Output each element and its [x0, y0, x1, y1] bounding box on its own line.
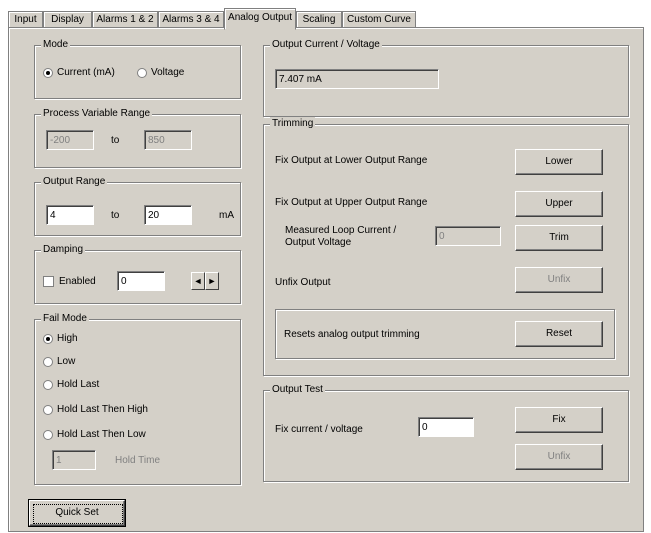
tab-panel: Mode Current (mA) Voltage Process Variab…: [8, 27, 644, 532]
reset-trim-button[interactable]: Reset: [515, 321, 603, 347]
pv-range-low-field: -200: [46, 130, 94, 150]
output-range-unit: mA: [219, 210, 234, 221]
quick-set-focus-rect: [33, 504, 123, 524]
output-range-high-input[interactable]: 20: [144, 205, 192, 225]
mode-voltage-label: Voltage: [151, 67, 185, 78]
output-range-low-input[interactable]: 4: [46, 205, 94, 225]
trimming-group: Trimming Fix Output at Lower Output Rang…: [263, 117, 629, 376]
mode-current-label: Current (mA): [57, 67, 115, 78]
fail-mode-hold-last-low-radio[interactable]: [43, 430, 53, 440]
tab-custom-curve[interactable]: Custom Curve: [342, 11, 416, 28]
tab-input[interactable]: Input: [8, 11, 43, 28]
fail-mode-hold-last-high-label: Hold Last Then High: [57, 404, 148, 415]
measured-loop-field: 0: [435, 226, 501, 246]
pv-range-title: Process Variable Range: [41, 107, 153, 121]
output-test-title: Output Test: [270, 383, 325, 397]
trimming-title: Trimming: [270, 117, 316, 131]
mode-group: Mode Current (mA) Voltage: [34, 38, 241, 99]
tab-analog-output[interactable]: Analog Output: [224, 8, 296, 30]
fail-mode-low-label: Low: [57, 356, 76, 367]
mode-voltage-radio[interactable]: [137, 68, 147, 78]
trim-unfix-button[interactable]: Unfix: [515, 267, 603, 293]
trim-lower-label: Fix Output at Lower Output Range: [275, 155, 428, 166]
hold-time-label: Hold Time: [115, 455, 161, 466]
fail-mode-low-radio[interactable]: [43, 357, 53, 367]
tab-alarms-1-2[interactable]: Alarms 1 & 2: [92, 11, 158, 28]
reset-subgroup: Resets analog output trimming Reset: [275, 309, 615, 359]
hold-time-field: 1: [52, 450, 96, 470]
unfix-output-label: Unfix Output: [275, 277, 331, 288]
pv-range-group: Process Variable Range -200 to 850: [34, 107, 241, 168]
output-range-title: Output Range: [41, 175, 108, 189]
damping-value-input[interactable]: 0: [117, 271, 165, 291]
fail-mode-title: Fail Mode: [41, 312, 89, 326]
trim-lower-button[interactable]: Lower: [515, 149, 603, 175]
measured-label-line1: Measured Loop Current /: [285, 225, 397, 236]
tab-display[interactable]: Display: [43, 11, 92, 28]
output-range-to-label: to: [111, 210, 120, 221]
fail-mode-hold-last-low-label: Hold Last Then Low: [57, 429, 146, 440]
measured-label-line2: Output Voltage: [285, 237, 352, 248]
output-test-fix-button[interactable]: Fix: [515, 407, 603, 433]
fail-mode-group: Fail Mode High Low Hold Last Hold Last T…: [34, 312, 241, 485]
damping-enabled-label: Enabled: [59, 276, 96, 287]
damping-decrease-button[interactable]: ◄: [191, 272, 205, 290]
tab-alarms-3-4[interactable]: Alarms 3 & 4: [158, 11, 224, 28]
reset-trim-label: Resets analog output trimming: [284, 329, 420, 340]
output-cv-group: Output Current / Voltage 7.407 mA: [263, 38, 629, 117]
output-test-fix-label: Fix current / voltage: [275, 424, 363, 435]
output-range-group: Output Range 4 to 20 mA: [34, 175, 241, 236]
trim-upper-button[interactable]: Upper: [515, 191, 603, 217]
damping-title: Damping: [41, 243, 86, 257]
output-test-unfix-button[interactable]: Unfix: [515, 444, 603, 470]
damping-increase-button[interactable]: ►: [205, 272, 219, 290]
pv-range-to-label: to: [111, 135, 120, 146]
pv-range-high-field: 850: [144, 130, 192, 150]
mode-current-radio[interactable]: [43, 68, 53, 78]
fail-mode-high-label: High: [57, 333, 78, 344]
damping-group: Damping Enabled 0 ◄ ►: [34, 243, 241, 304]
output-cv-title: Output Current / Voltage: [270, 38, 382, 52]
trim-upper-label: Fix Output at Upper Output Range: [275, 197, 428, 208]
output-test-value-input[interactable]: 0: [418, 417, 474, 437]
trim-button[interactable]: Trim: [515, 225, 603, 251]
output-test-group: Output Test Fix current / voltage 0 Fix …: [263, 383, 629, 482]
mode-group-title: Mode: [41, 38, 71, 52]
fail-mode-hold-last-high-radio[interactable]: [43, 405, 53, 415]
output-cv-value-field: 7.407 mA: [275, 69, 439, 89]
fail-mode-high-radio[interactable]: [43, 334, 53, 344]
damping-enabled-checkbox[interactable]: [43, 276, 54, 287]
fail-mode-hold-last-radio[interactable]: [43, 380, 53, 390]
tab-scaling[interactable]: Scaling: [296, 11, 342, 28]
fail-mode-hold-last-label: Hold Last: [57, 379, 100, 390]
